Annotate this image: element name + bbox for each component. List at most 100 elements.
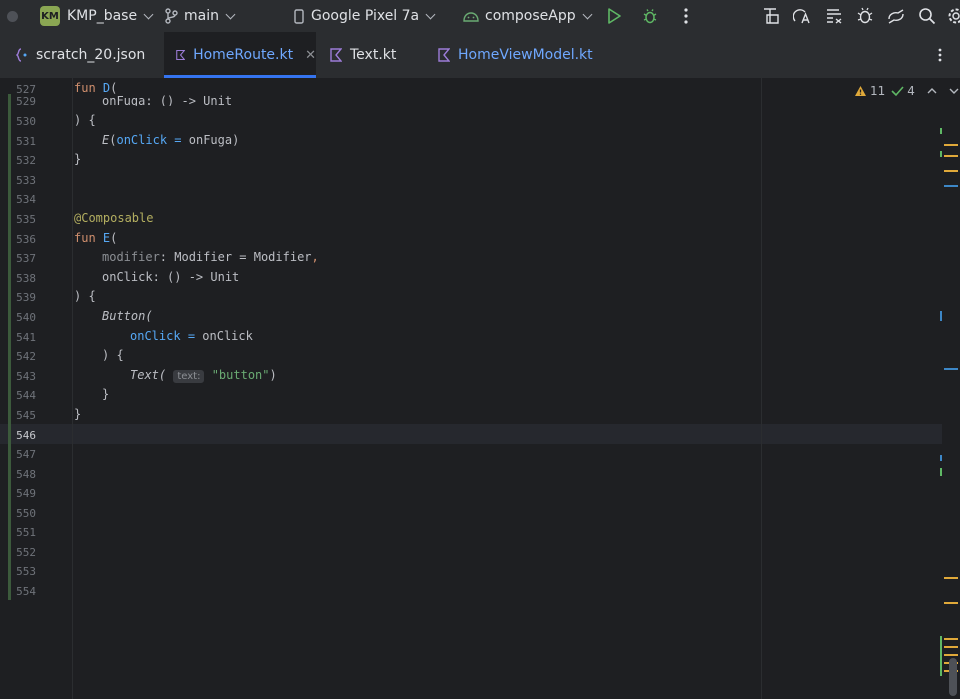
- code-line-536: fun E(: [74, 231, 118, 245]
- line-number: 550: [16, 507, 36, 520]
- search-icon: [919, 8, 936, 25]
- line-number: 531: [16, 135, 36, 148]
- inspection-bug-icon: [857, 7, 873, 24]
- phone-icon: [294, 8, 304, 24]
- code-line-543: Text( text: "button"): [130, 368, 277, 383]
- code-line-527: fun D(: [74, 81, 118, 95]
- line-number: 554: [16, 585, 36, 598]
- chevron-down-icon: [425, 9, 436, 19]
- kotlin-file-icon: [176, 49, 186, 61]
- translations-button[interactable]: [792, 6, 812, 26]
- code-line-537: modifier: Modifier = Modifier,: [102, 250, 319, 264]
- line-number: 532: [16, 154, 36, 167]
- project-name: KMP_base: [67, 8, 138, 24]
- tab-home-route[interactable]: HomeRoute.kt ✕: [164, 32, 316, 78]
- build-variants-icon: [764, 8, 779, 24]
- more-actions-button[interactable]: [676, 6, 696, 26]
- line-number: 540: [16, 311, 36, 324]
- chevron-down-icon: [143, 9, 154, 19]
- code-line-529: onFuga: () -> Unit: [102, 94, 233, 106]
- tab-label: Text.kt: [350, 47, 397, 63]
- code-line-545: }: [74, 407, 82, 421]
- line-number: 534: [16, 193, 36, 206]
- line-number: 547: [16, 448, 36, 461]
- project-selector[interactable]: KM KMP_base: [40, 0, 154, 32]
- code-line-530: ) {: [74, 113, 96, 127]
- logcat-button[interactable]: [824, 6, 844, 26]
- settings-button[interactable]: [946, 6, 960, 26]
- project-badge: KM: [40, 6, 60, 26]
- build-variants-button[interactable]: [761, 6, 781, 26]
- branch-name: main: [184, 8, 219, 24]
- chevron-up-icon[interactable]: [927, 87, 937, 95]
- line-number: 529: [16, 95, 36, 108]
- line-number: 543: [16, 370, 36, 383]
- bug-icon: [643, 9, 657, 24]
- kotlin-file-icon: [438, 48, 450, 62]
- tab-label: HomeRoute.kt: [193, 47, 294, 63]
- debug-button[interactable]: [640, 6, 660, 26]
- search-button[interactable]: [917, 6, 937, 26]
- tab-text-kt[interactable]: Text.kt: [330, 32, 396, 78]
- code-line-542: ) {: [102, 348, 124, 362]
- editor-tab-bar: scratch_20.json HomeRoute.kt ✕ Text.kt H…: [0, 32, 960, 79]
- translate-icon: [793, 9, 810, 24]
- more-vertical-icon: [938, 48, 942, 62]
- code-line-541: onClick = onClick: [130, 329, 253, 343]
- warning-count: 11: [870, 84, 886, 98]
- inspection-widget[interactable]: 11 4: [854, 84, 959, 98]
- play-icon: [608, 8, 621, 24]
- line-number: 541: [16, 331, 36, 344]
- right-margin-guide: [761, 78, 762, 699]
- tab-home-view-model[interactable]: HomeViewModel.kt: [438, 32, 593, 78]
- gradle-sync-icon: [888, 9, 904, 24]
- gear-icon: [948, 8, 960, 24]
- json-file-icon: [16, 48, 27, 62]
- chevron-down-icon: [582, 9, 593, 19]
- more-vertical-icon: [684, 8, 688, 24]
- check-icon: [891, 86, 904, 97]
- line-number: 544: [16, 389, 36, 402]
- line-number: 539: [16, 291, 36, 304]
- close-icon[interactable]: ✕: [305, 48, 316, 63]
- run-config-selector[interactable]: composeApp: [463, 0, 593, 32]
- code-line-532: }: [74, 152, 82, 166]
- scrollbar-thumb[interactable]: [949, 658, 957, 696]
- tab-label: scratch_20.json: [36, 47, 146, 63]
- warning-icon: [855, 86, 866, 96]
- code-line-535: @Composable: [74, 211, 154, 225]
- line-number-gutter[interactable]: 527 529 530 531 532 533 534 535 536 537 538 539 540 5…: [0, 78, 73, 699]
- error-stripe[interactable]: [940, 118, 960, 699]
- code-line-544: }: [102, 387, 110, 401]
- sync-gradle-button[interactable]: [886, 6, 906, 26]
- code-line-538: onClick: () -> Unit: [102, 270, 240, 284]
- app-inspection-button[interactable]: [855, 6, 875, 26]
- tab-scratch-json[interactable]: scratch_20.json: [16, 32, 145, 78]
- line-number: 537: [16, 252, 36, 265]
- code-line-531: E(onClick = onFuga): [102, 133, 240, 147]
- device-selector[interactable]: Google Pixel 7a: [294, 0, 436, 32]
- window-menu-dot[interactable]: [7, 0, 18, 32]
- line-number: 538: [16, 272, 36, 285]
- line-number: 553: [16, 565, 36, 578]
- parameter-hint: text:: [173, 370, 205, 383]
- code-line-539: ) {: [74, 289, 96, 303]
- device-name: Google Pixel 7a: [311, 8, 420, 24]
- run-button[interactable]: [604, 6, 624, 26]
- code-editor[interactable]: 527 529 530 531 532 533 534 535 536 537 538 539 540 5…: [0, 78, 960, 699]
- chevron-down-icon[interactable]: [949, 87, 959, 95]
- branch-selector[interactable]: main: [164, 0, 236, 32]
- line-number: 536: [16, 233, 36, 246]
- chevron-down-icon: [225, 9, 236, 19]
- line-number: 552: [16, 546, 36, 559]
- tab-options-button[interactable]: [930, 45, 950, 65]
- vcs-change-marker: [8, 94, 11, 600]
- line-number: 530: [16, 115, 36, 128]
- tab-label: HomeViewModel.kt: [458, 47, 593, 63]
- run-config-name: composeApp: [485, 8, 576, 24]
- line-number: 551: [16, 526, 36, 539]
- line-number: 542: [16, 350, 36, 363]
- kotlin-file-icon: [330, 48, 342, 62]
- git-branch-icon: [165, 8, 178, 24]
- line-number: 546: [16, 429, 36, 442]
